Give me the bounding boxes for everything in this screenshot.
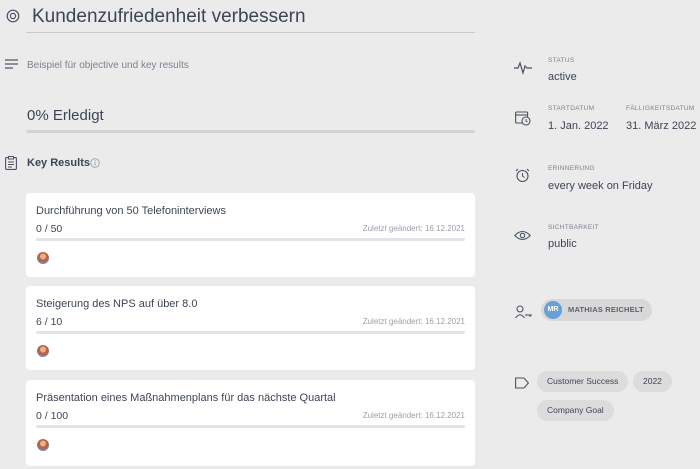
start-date-value[interactable]: 1. Jan. 2022 <box>548 120 609 132</box>
tag-chip[interactable]: Company Goal <box>537 400 614 421</box>
visibility-value[interactable]: public <box>548 238 577 250</box>
clipboard-icon <box>5 156 17 170</box>
objective-title[interactable]: Kundenzufriedenheit verbessern <box>32 6 306 28</box>
key-result-title: Durchführung von 50 Telefoninterviews <box>36 205 226 217</box>
key-result-value: 0 / 100 <box>36 410 69 422</box>
key-result-card[interactable]: Steigerung des NPS auf über 8.0 6 / 10 Z… <box>26 286 475 370</box>
due-date-label: FÄLLIGKEITSDATUM <box>626 105 695 112</box>
reminder-label: ERINNERUNG <box>548 165 595 172</box>
key-result-value: 6 / 10 <box>36 316 63 328</box>
pulse-icon <box>514 61 532 75</box>
avatar[interactable] <box>37 439 49 451</box>
objective-description[interactable]: Beispiel für objective und key results <box>27 60 189 71</box>
key-result-changed: Zuletzt geändert: 16.12.2021 <box>362 224 465 233</box>
member-chip[interactable]: MR MATHIAS REICHELT <box>541 299 652 321</box>
key-result-title: Präsentation eines Maßnahmenplans für da… <box>36 392 336 404</box>
status-value[interactable]: active <box>548 71 577 83</box>
status-label: STATUS <box>548 57 575 64</box>
eye-icon <box>514 230 531 241</box>
lines-icon <box>5 59 18 69</box>
avatar: MR <box>544 301 562 319</box>
key-result-title: Steigerung des NPS auf über 8.0 <box>36 298 198 310</box>
avatar[interactable] <box>37 345 49 357</box>
visibility-label: SICHTBARKEIT <box>548 224 599 231</box>
key-result-changed: Zuletzt geändert: 16.12.2021 <box>362 411 465 420</box>
tag-chip[interactable]: Customer Success <box>537 371 629 392</box>
key-result-changed: Zuletzt geändert: 16.12.2021 <box>362 317 465 326</box>
avatar[interactable] <box>37 252 49 264</box>
key-results-heading: Key Results <box>27 157 90 169</box>
tag-chip[interactable]: 2022 <box>633 371 672 392</box>
member-name: MATHIAS REICHELT <box>568 305 644 314</box>
start-date-label: STARTDATUM <box>548 105 595 112</box>
title-underline <box>26 32 475 33</box>
key-result-progress-bar <box>36 331 465 334</box>
progress-label: 0% Erledigt <box>27 107 104 124</box>
key-result-card[interactable]: Präsentation eines Maßnahmenplans für da… <box>26 380 475 466</box>
reminder-value[interactable]: every week on Friday <box>548 180 653 192</box>
tag-icon <box>515 377 529 389</box>
progress-bar <box>26 130 475 133</box>
key-result-card[interactable]: Durchführung von 50 Telefoninterviews 0 … <box>26 193 475 277</box>
alarm-icon <box>515 168 530 183</box>
due-date-value[interactable]: 31. März 2022 <box>626 120 696 132</box>
info-icon[interactable] <box>90 158 100 168</box>
calendar-clock-icon <box>515 110 531 126</box>
user-key-icon <box>515 305 533 319</box>
target-icon <box>6 9 20 23</box>
key-result-value: 0 / 50 <box>36 223 63 235</box>
key-result-progress-bar <box>36 425 465 428</box>
key-result-progress-bar <box>36 238 465 241</box>
